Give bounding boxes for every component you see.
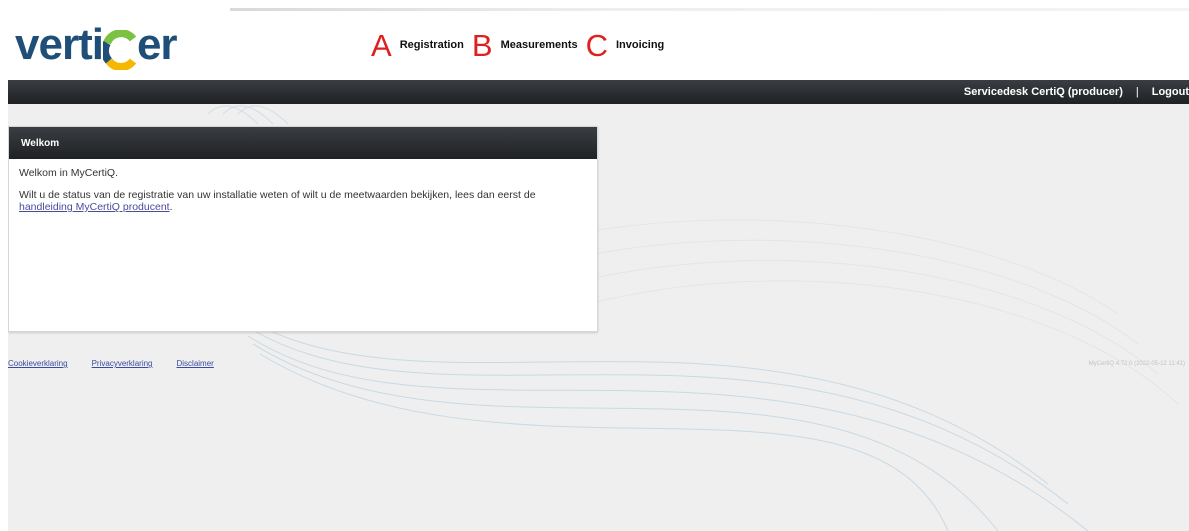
top-strip bbox=[230, 8, 1189, 11]
nav-measurements-link[interactable]: Measurements bbox=[501, 39, 578, 51]
instruction-suffix: . bbox=[169, 201, 173, 213]
top-navigation: A Registration B Measurements C Invoicin… bbox=[371, 28, 672, 62]
nav-invoicing-link[interactable]: Invoicing bbox=[616, 39, 664, 51]
marker-a: A bbox=[371, 27, 392, 63]
header-user-area: Servicedesk CertiQ (producer) | Logout bbox=[964, 80, 1189, 104]
vertiCer-logo[interactable]: verti er bbox=[15, 14, 178, 70]
footer-privacy-link[interactable]: Privacyverklaring bbox=[92, 359, 153, 368]
manual-link[interactable]: handleiding MyCertiQ producent bbox=[19, 201, 170, 213]
logo-prefix: verti bbox=[15, 20, 104, 69]
footer-disclaimer-link[interactable]: Disclaimer bbox=[177, 359, 214, 368]
header-separator: | bbox=[1135, 86, 1139, 98]
logo-suffix: er bbox=[136, 20, 178, 69]
marker-b: B bbox=[471, 27, 493, 63]
footer-links: Cookieverklaring Privacyverklaring Discl… bbox=[8, 359, 238, 368]
footer-cookie-link[interactable]: Cookieverklaring bbox=[8, 359, 68, 368]
logo-c-icon bbox=[102, 30, 137, 70]
instruction-text: Wilt u de status van de registratie van … bbox=[19, 189, 536, 201]
page: verti er A Registration B Measurements C… bbox=[0, 0, 1189, 531]
header-bar: Servicedesk CertiQ (producer) | Logout bbox=[8, 80, 1189, 104]
version-text: MyCertiQ 4.72.0 (2022-05-12 11:41) bbox=[1088, 361, 1185, 367]
logout-link[interactable]: Logout bbox=[1152, 86, 1189, 98]
instruction-paragraph: Wilt u de status van de registratie van … bbox=[19, 189, 587, 213]
content-area: Welkom Welkom in MyCertiQ. Wilt u de sta… bbox=[8, 104, 1189, 531]
panel-body: Welkom in MyCertiQ. Wilt u de status van… bbox=[9, 159, 597, 213]
greeting-text: Welkom in MyCertiQ. bbox=[19, 167, 118, 179]
marker-c: C bbox=[585, 27, 608, 63]
panel-title: Welkom bbox=[9, 127, 597, 159]
user-account-link[interactable]: Servicedesk CertiQ (producer) bbox=[964, 86, 1123, 98]
nav-registration-link[interactable]: Registration bbox=[400, 39, 464, 51]
welcome-panel: Welkom Welkom in MyCertiQ. Wilt u de sta… bbox=[8, 126, 598, 332]
